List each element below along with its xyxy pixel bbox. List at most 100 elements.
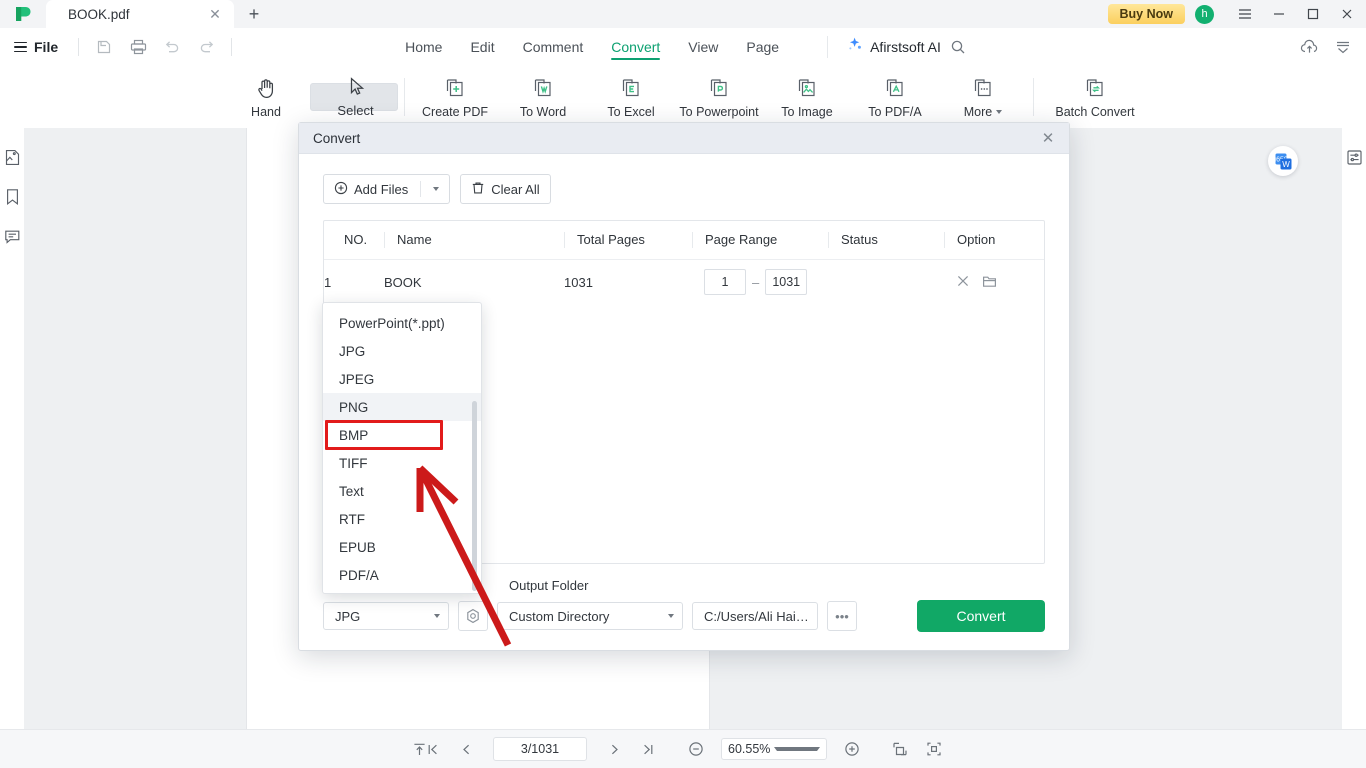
table-header-row: NO. Name Total Pages Page Range Status O… [324, 221, 1044, 260]
file-menu-button[interactable]: File [0, 39, 70, 55]
print-icon[interactable] [121, 30, 155, 64]
maximize-button[interactable] [1296, 0, 1330, 28]
dropdown-option-powerpoint[interactable]: PowerPoint(*.ppt) [323, 309, 481, 337]
page-range-from-input[interactable]: 1 [704, 269, 746, 295]
nav-item-page[interactable]: Page [732, 30, 793, 64]
dropdown-option-jpeg[interactable]: JPEG [323, 365, 481, 393]
output-format-select[interactable]: JPG [323, 602, 449, 630]
fit-page-icon[interactable] [885, 735, 915, 763]
zoom-in-icon[interactable] [837, 735, 867, 763]
search-icon[interactable] [941, 30, 975, 64]
output-path-field[interactable]: C:/Users/Ali Haid... [692, 602, 818, 630]
clear-all-button[interactable]: Clear All [460, 174, 551, 204]
sliders-icon[interactable] [1345, 148, 1363, 166]
cell-option [944, 260, 1044, 305]
output-path-value: C:/Users/Ali Haid... [704, 608, 809, 624]
remove-file-icon[interactable] [956, 274, 970, 291]
ribbon-more[interactable]: More [939, 69, 1027, 125]
dropdown-option-text[interactable]: Text [323, 477, 481, 505]
first-page-icon[interactable] [417, 735, 447, 763]
minimize-button[interactable] [1262, 0, 1296, 28]
close-icon[interactable]: ✕ [206, 5, 224, 23]
cell-total-pages: 1031 [564, 274, 593, 290]
avatar[interactable]: h [1195, 4, 1214, 24]
nav-item-home[interactable]: Home [391, 30, 456, 64]
dropdown-option-rtf[interactable]: RTF [323, 505, 481, 533]
ribbon-to-word-label: To Word [519, 104, 567, 119]
buy-now-button[interactable]: Buy Now [1107, 4, 1185, 24]
range-dash: – [752, 274, 760, 290]
ribbon-select-label: Select [337, 103, 374, 118]
nav-item-comment[interactable]: Comment [509, 30, 598, 64]
dialog-title: Convert [313, 130, 361, 146]
dropdown-option-png[interactable]: PNG [323, 393, 481, 421]
dropdown-option-bmp[interactable]: BMP [323, 421, 481, 449]
menu-bar-right [1292, 30, 1366, 64]
next-page-icon[interactable] [599, 735, 629, 763]
dropdown-scrollbar[interactable] [472, 401, 477, 591]
translate-word-icon[interactable]: \u6587W [1268, 146, 1298, 176]
zoom-out-icon[interactable] [681, 735, 711, 763]
ribbon-hand-label: Hand [251, 104, 281, 119]
page-range-to-input[interactable]: 1031 [765, 269, 808, 295]
document-tab[interactable]: BOOK.pdf ✕ [46, 0, 234, 28]
output-format-dropdown[interactable]: PowerPoint(*.ppt) JPG JPEG PNG BMP TIFF … [322, 302, 482, 594]
ai-assistant-label: Afirstsoft AI [870, 39, 941, 55]
svg-text:W: W [1282, 160, 1290, 169]
dropdown-option-epub[interactable]: EPUB [323, 533, 481, 561]
ribbon-to-image[interactable]: To Image [763, 69, 851, 125]
browse-folder-button[interactable]: ••• [827, 601, 857, 631]
format-settings-button[interactable] [458, 601, 488, 631]
nav-item-edit[interactable]: Edit [456, 30, 508, 64]
dropdown-option-pdfa[interactable]: PDF/A [323, 561, 481, 589]
folder-icon[interactable] [982, 274, 997, 291]
ribbon-to-word[interactable]: To Word [499, 69, 587, 125]
add-files-button[interactable]: Add Files [323, 174, 451, 204]
dropdown-option-jpg[interactable]: JPG [323, 337, 481, 365]
undo-icon[interactable] [155, 30, 189, 64]
zoom-level-select[interactable]: 60.55% [721, 738, 827, 760]
tab-title: BOOK.pdf [68, 6, 130, 22]
close-window-button[interactable] [1330, 0, 1364, 28]
ribbon-to-powerpoint[interactable]: To Powerpoint [675, 69, 763, 125]
ribbon-create-pdf[interactable]: Create PDF [411, 69, 499, 125]
convert-button[interactable]: Convert [917, 600, 1045, 632]
ribbon-more-label: More [964, 105, 1003, 119]
status-bar: 3/1031 60.55% [0, 729, 1366, 768]
thumbnail-icon[interactable] [3, 148, 21, 166]
hand-icon [256, 76, 277, 100]
table-row[interactable]: 1 BOOK 1031 1 – 1031 [324, 260, 1044, 305]
trash-icon [471, 181, 485, 198]
ribbon-select-tool[interactable]: Select [310, 77, 398, 118]
title-bar-right: Buy Now h [1107, 0, 1366, 28]
dropdown-option-tiff[interactable]: TIFF [323, 449, 481, 477]
comment-icon[interactable] [3, 228, 21, 246]
ai-assistant-button[interactable]: Afirstsoft AI [827, 36, 941, 58]
save-icon[interactable] [87, 30, 121, 64]
cloud-upload-icon[interactable] [1292, 30, 1326, 64]
column-option: Option [944, 221, 1044, 260]
redo-icon[interactable] [189, 30, 223, 64]
chevron-down-icon[interactable] [433, 187, 440, 191]
output-folder-label: Output Folder [509, 578, 589, 593]
close-icon[interactable]: ✕ [1037, 127, 1059, 149]
nav-item-view[interactable]: View [674, 30, 732, 64]
bookmark-icon[interactable] [3, 188, 21, 206]
prev-page-icon[interactable] [451, 735, 481, 763]
fit-width-icon[interactable] [919, 735, 949, 763]
ribbon-hand-tool[interactable]: Hand [222, 69, 310, 125]
ribbon-batch-convert[interactable]: Batch Convert [1040, 69, 1150, 125]
ribbon-to-excel[interactable]: To Excel [587, 69, 675, 125]
page-indicator[interactable]: 3/1031 [493, 737, 587, 761]
ribbon-to-pdfa[interactable]: To PDF/A [851, 69, 939, 125]
output-directory-select[interactable]: Custom Directory [497, 602, 683, 630]
dialog-toolbar: Add Files Clear All [323, 174, 1045, 204]
last-page-icon[interactable] [633, 735, 663, 763]
column-no: NO. [324, 221, 384, 260]
column-total-pages: Total Pages [564, 221, 692, 260]
to-pdfa-icon [884, 76, 906, 100]
nav-item-convert[interactable]: Convert [597, 30, 674, 64]
collapse-ribbon-icon[interactable] [1326, 30, 1360, 64]
app-menu-button[interactable] [1228, 0, 1262, 28]
plus-icon[interactable]: + [234, 0, 274, 28]
